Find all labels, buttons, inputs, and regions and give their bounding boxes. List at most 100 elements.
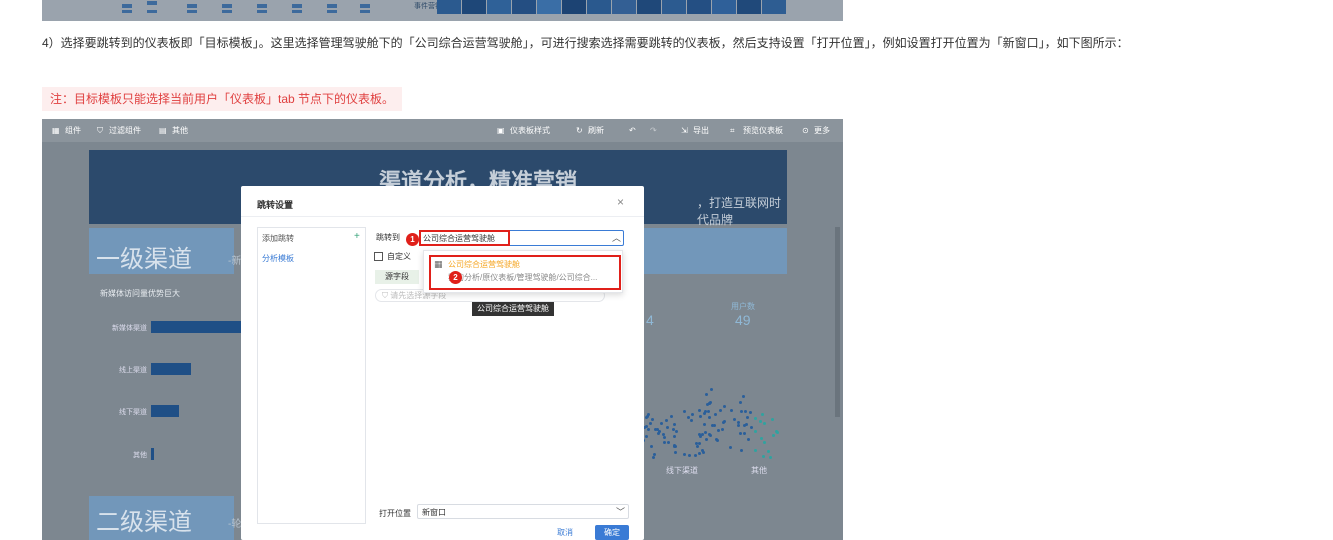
scatter-dot <box>651 417 655 421</box>
custom-label: 自定义 <box>387 252 411 261</box>
scatter-dot <box>686 416 690 420</box>
scatter-dot <box>744 409 748 413</box>
scatter-dot <box>710 388 714 392</box>
scatter-dot <box>703 430 707 434</box>
bar-other <box>151 448 154 460</box>
filter-icon[interactable]: ⛉ <box>97 119 103 142</box>
step-badge-1: 1 <box>406 233 419 246</box>
level2-suffix: -轮 <box>228 519 242 530</box>
scatter-dot <box>646 415 650 419</box>
scatter-dot <box>652 455 656 459</box>
scatter-dot <box>721 427 725 431</box>
open-position-select[interactable]: 新窗口 ﹀ <box>417 504 629 519</box>
chart-bar <box>292 4 302 8</box>
scatter-dot <box>750 426 754 430</box>
scatter-dot <box>683 410 687 414</box>
chart-bar <box>122 4 132 8</box>
dialog-title: 跳转设置 <box>257 200 294 210</box>
scatter-dot <box>730 409 734 413</box>
toolbar-refresh[interactable]: 刷新 <box>588 119 604 142</box>
toolbar-other[interactable]: 其他 <box>172 119 188 142</box>
scatter-dot <box>768 455 772 459</box>
toolbar-filter[interactable]: 过滤组件 <box>109 119 141 142</box>
scatter-dot <box>661 432 665 436</box>
scatter-dot <box>775 430 779 434</box>
preview-icon[interactable]: ⌗ <box>730 119 735 142</box>
step-badge-2: 2 <box>449 271 462 284</box>
scrollbar[interactable] <box>835 227 840 417</box>
heat-cell <box>637 0 662 14</box>
jump-item-template[interactable]: 分析模板 <box>262 253 294 264</box>
scatter-dot <box>674 430 678 434</box>
scatter-dot <box>659 421 663 425</box>
chart-title: 新媒体访问量优势巨大 <box>100 289 180 298</box>
scatter-dot <box>649 422 653 426</box>
style-icon[interactable]: ▣ <box>497 119 505 142</box>
scatter-dot <box>738 432 742 436</box>
chart-bar <box>187 10 197 13</box>
chart-bar <box>187 4 197 8</box>
bar-offline <box>151 405 179 417</box>
scatter-dot <box>683 452 687 456</box>
heat-cell <box>662 0 687 14</box>
add-jump-plus-icon[interactable]: + <box>354 231 360 242</box>
scatter-dot <box>745 423 749 427</box>
scatter-dot <box>705 392 709 396</box>
scatter-dot <box>754 417 758 421</box>
scatter-dot <box>759 420 763 424</box>
scatter-dot <box>771 418 775 422</box>
toolbar-preview[interactable]: 预览仪表板 <box>743 119 783 142</box>
scatter-dot <box>739 410 743 414</box>
scatter-dot <box>742 424 746 428</box>
note-callout: 注：目标模板只能选择当前用户「仪表板」tab 节点下的仪表板。 <box>42 87 403 111</box>
redo-icon[interactable]: ↷ <box>650 119 657 142</box>
chevron-down-icon[interactable]: ﹀ <box>616 505 625 518</box>
undo-icon[interactable]: ↶ <box>629 119 636 142</box>
custom-checkbox[interactable] <box>374 252 383 261</box>
level2-title: 二级渠道 <box>96 509 192 536</box>
chevron-up-icon[interactable]: ︿ <box>612 231 621 244</box>
source-field-tag[interactable]: 源字段 <box>375 270 419 284</box>
scatter-dot <box>715 438 719 442</box>
component-icon[interactable]: ▦ <box>52 119 60 142</box>
scatter-dot <box>650 444 654 448</box>
kpi-value-2: 4 <box>646 312 654 328</box>
scatter-dot <box>664 418 668 422</box>
heat-cell <box>562 0 587 14</box>
toolbar-style[interactable]: 仪表板样式 <box>510 119 550 142</box>
close-icon[interactable]: × <box>617 195 624 209</box>
banner-subtitle: ，打造互联网时代品牌 <box>697 196 782 227</box>
confirm-button[interactable]: 确定 <box>595 525 629 540</box>
more-icon[interactable]: ⊙ <box>802 119 809 142</box>
chart-bar <box>327 4 337 8</box>
scatter-dot <box>646 427 650 431</box>
toolbar-more[interactable]: 更多 <box>814 119 830 142</box>
scatter-dot <box>710 424 714 428</box>
category-label: 线下渠道 <box>119 409 147 416</box>
chart-bar <box>327 10 337 13</box>
refresh-icon[interactable]: ↻ <box>576 119 583 142</box>
scatter-dot <box>729 445 733 449</box>
scatter-dot <box>701 451 705 455</box>
scatter-dot <box>737 424 741 427</box>
cancel-button[interactable]: 取消 <box>557 527 573 538</box>
heat-cell <box>612 0 637 14</box>
scatter-dot <box>746 416 750 420</box>
scatter-dot <box>705 438 709 442</box>
toolbar-export[interactable]: 导出 <box>693 119 709 142</box>
export-icon[interactable]: ⇲ <box>681 119 688 142</box>
scatter-dot <box>743 432 747 436</box>
dashboard-toolbar: ▦ 组件 ⛉ 过滤组件 ▤ 其他 ▣ 仪表板样式 ↻ 刷新 ↶ ↷ ⇲ 导出 ⌗… <box>42 119 843 142</box>
open-position-label: 打开位置 <box>379 509 411 518</box>
bar-new-media <box>151 321 241 333</box>
scatter-dot <box>760 412 764 416</box>
x-axis-label: 线下渠道 <box>666 466 698 475</box>
jump-list-panel: 添加跳转 + 分析模板 <box>257 227 366 524</box>
heat-cell <box>587 0 612 14</box>
heat-cell <box>462 0 487 14</box>
other-icon[interactable]: ▤ <box>159 119 167 142</box>
jump-settings-dialog: 跳转设置 × 添加跳转 + 分析模板 跳转到 1 公司综合运营驾驶舱 ︿ 自定义… <box>241 186 644 540</box>
toolbar-component[interactable]: 组件 <box>65 119 81 142</box>
heat-cell <box>737 0 762 14</box>
scatter-dot <box>739 401 743 405</box>
